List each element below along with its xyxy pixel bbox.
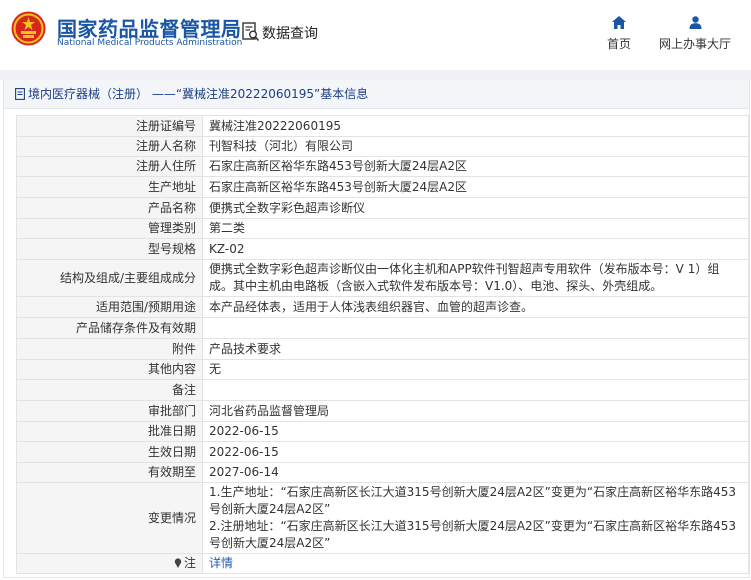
- field-label: 批准日期: [16, 421, 203, 442]
- field-label: 产品储存条件及有效期: [16, 317, 203, 339]
- table-row: 注册人名称 刊智科技（河北）有限公司: [16, 136, 749, 157]
- table-row: 型号规格 KZ-02: [16, 238, 749, 260]
- details-link[interactable]: 详情: [209, 556, 233, 570]
- field-value: 冀械注准20222060195: [202, 115, 749, 137]
- field-label: 结构及组成/主要组成成分: [16, 259, 203, 297]
- table-row: 注 详情: [16, 553, 749, 574]
- field-value: 产品技术要求: [202, 338, 749, 360]
- table-row: 审批部门 河北省药品监督管理局: [16, 400, 749, 422]
- document-icon: [15, 88, 25, 100]
- data-query-link[interactable]: 数据查询: [262, 23, 318, 43]
- registration-info-table: 注册证编号 冀械注准20222060195 注册人名称 刊智科技（河北）有限公司 注…: [16, 115, 749, 574]
- nav-online-hall-link[interactable]: 网上办事大厅: [655, 16, 735, 52]
- field-value: 无: [202, 359, 749, 380]
- field-label: 注册人住所: [16, 156, 203, 177]
- field-value: KZ-02: [202, 238, 749, 260]
- field-label: 注册人名称: [16, 136, 203, 157]
- field-value: 2022-06-15: [202, 421, 749, 442]
- table-row: 结构及组成/主要组成成分 便携式全数字彩色超声诊断仪由一体化主机和APP软件刊智超…: [16, 259, 749, 297]
- table-row: 产品储存条件及有效期: [16, 317, 749, 339]
- data-query-icon: [242, 22, 260, 42]
- field-label: 其他内容: [16, 359, 203, 380]
- note-value-cell: 详情: [202, 553, 749, 574]
- nav-home-label: 首页: [606, 37, 631, 51]
- national-emblem-icon: [11, 11, 46, 46]
- table-row: 生产地址 石家庄高新区裕华东路453号创新大厦24层A2区: [16, 176, 749, 198]
- site-header: 国家药品监督管理局 National Medical Products Admi…: [0, 0, 751, 70]
- field-value: 1.生产地址：“石家庄高新区长江大道315号创新大厦24层A2区”变更为“石家庄…: [202, 482, 749, 554]
- field-value: 2027-06-14: [202, 462, 749, 483]
- field-label: 注册证编号: [16, 115, 203, 137]
- field-label: 生产地址: [16, 176, 203, 198]
- table-row: 注册人住所 石家庄高新区裕华东路453号创新大厦24层A2区: [16, 156, 749, 177]
- table-row: 注册证编号 冀械注准20222060195: [16, 115, 749, 137]
- header-divider: [0, 70, 751, 80]
- field-label: 有效期至: [16, 462, 203, 483]
- nav-online-hall-label: 网上办事大厅: [658, 37, 731, 51]
- field-label: 审批部门: [16, 400, 203, 422]
- site-subtitle: National Medical Products Administration: [57, 38, 243, 48]
- table-row: 有效期至 2027-06-14: [16, 462, 749, 483]
- field-value: 本产品经体表，适用于人体浅表组织器官、血管的超声诊查。: [202, 296, 749, 318]
- pin-icon: [174, 558, 182, 568]
- table-row: 生效日期 2022-06-15: [16, 441, 749, 463]
- note-label: 注: [183, 556, 196, 570]
- field-label: 适用范围/预期用途: [16, 296, 203, 318]
- panel-title: 境内医疗器械（注册） ——“冀械注准20222060195”基本信息: [28, 87, 369, 101]
- field-value: 河北省药品监督管理局: [202, 400, 749, 422]
- detail-panel: 境内医疗器械（注册） ——“冀械注准20222060195”基本信息 注册证编号…: [3, 80, 750, 578]
- field-value: 第二类: [202, 218, 749, 239]
- table-row: 产品名称 便携式全数字彩色超声诊断仪: [16, 197, 749, 219]
- field-label: 管理类别: [16, 218, 203, 239]
- field-value: 便携式全数字彩色超声诊断仪由一体化主机和APP软件刊智超声专用软件（发布版本号：…: [202, 259, 749, 297]
- field-value: [202, 379, 749, 401]
- home-icon: [612, 16, 626, 29]
- field-value: 石家庄高新区裕华东路453号创新大厦24层A2区: [202, 156, 749, 177]
- field-value: 石家庄高新区裕华东路453号创新大厦24层A2区: [202, 176, 749, 198]
- table-row: 管理类别 第二类: [16, 218, 749, 239]
- table-row: 备注: [16, 379, 749, 401]
- table-row: 附件 产品技术要求: [16, 338, 749, 360]
- note-label-cell: 注: [16, 553, 203, 574]
- field-label: 附件: [16, 338, 203, 360]
- field-label: 型号规格: [16, 238, 203, 260]
- table-row: 其他内容无: [16, 359, 749, 380]
- field-label: 生效日期: [16, 441, 203, 463]
- field-value: 2022-06-15: [202, 441, 749, 463]
- user-icon: [689, 16, 701, 29]
- field-value: [202, 317, 749, 339]
- field-value: 刊智科技（河北）有限公司: [202, 136, 749, 157]
- field-label: 备注: [16, 379, 203, 401]
- table-row: 批准日期 2022-06-15: [16, 421, 749, 442]
- panel-header: 境内医疗器械（注册） ——“冀械注准20222060195”基本信息: [4, 80, 749, 109]
- field-value: 便携式全数字彩色超声诊断仪: [202, 197, 749, 219]
- field-label: 变更情况: [16, 482, 203, 554]
- field-label: 产品名称: [16, 197, 203, 219]
- table-row: 变更情况 1.生产地址：“石家庄高新区长江大道315号创新大厦24层A2区”变更为…: [16, 482, 749, 554]
- table-row: 适用范围/预期用途 本产品经体表，适用于人体浅表组织器官、血管的超声诊查。: [16, 296, 749, 318]
- nav-home-link[interactable]: 首页: [603, 16, 635, 52]
